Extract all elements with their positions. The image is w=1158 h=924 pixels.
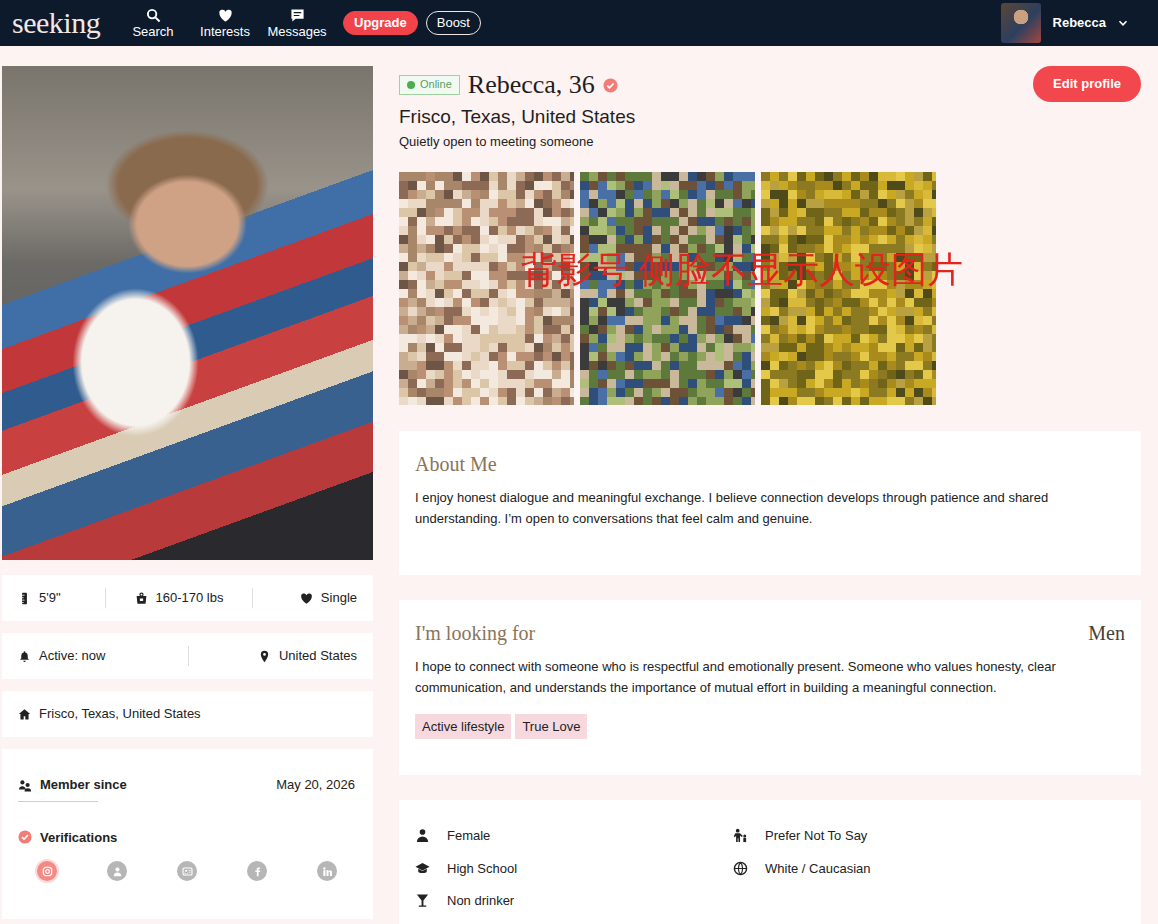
about-text: I enjoy honest dialogue and meaningful e… <box>415 488 1125 529</box>
height-icon <box>18 592 31 605</box>
stat-item: 160-170 lbs <box>106 588 252 608</box>
member-since-date: May 20, 2026 <box>276 775 355 795</box>
nav-item-label: Messages <box>267 25 326 40</box>
online-badge: Online <box>399 75 460 94</box>
bell-icon <box>18 650 31 663</box>
members-icon <box>18 778 32 792</box>
details-list: Female Prefer Not To Say High School White … <box>415 826 1125 911</box>
profile-photo[interactable] <box>399 172 574 405</box>
graduation-cap-icon <box>415 861 430 876</box>
child-icon <box>733 828 748 843</box>
weight-icon <box>135 592 148 605</box>
search-icon <box>146 8 161 25</box>
detail-label: High School <box>447 859 517 879</box>
interest-tag: Active lifestyle <box>415 714 511 739</box>
verifications-title: Verifications <box>40 828 117 848</box>
divider <box>105 588 106 608</box>
verified-check-icon <box>18 830 32 844</box>
stat-item: 5'9" <box>2 588 105 608</box>
nav-item[interactable]: Interests <box>189 6 261 40</box>
status-label: Online <box>420 77 452 92</box>
looking-for-target: Men <box>1088 620 1125 646</box>
activity-label: Active: now <box>39 646 105 666</box>
edit-profile-button[interactable]: Edit profile <box>1033 66 1141 102</box>
main-photo[interactable] <box>2 66 373 560</box>
detail-label: Non drinker <box>447 891 514 911</box>
activity-item: Active: now <box>2 646 188 666</box>
profile-photo[interactable] <box>580 172 755 405</box>
pin-icon <box>258 650 271 663</box>
logo[interactable]: seeking <box>12 8 117 38</box>
stat-label: 5'9" <box>39 588 61 608</box>
profile-verification-icon[interactable] <box>107 861 127 881</box>
nav-item[interactable]: Messages <box>261 6 333 40</box>
messages-icon <box>290 8 305 25</box>
cocktail-glass-icon <box>415 893 430 908</box>
user-menu[interactable]: Rebecca <box>1001 3 1128 43</box>
relationship-icon <box>300 592 313 605</box>
profile-name: Rebecca, 36 <box>468 68 595 102</box>
divider <box>188 646 189 666</box>
stats-card: 5'9" 160-170 lbs Single <box>2 575 373 621</box>
detail-label: White / Caucasian <box>765 859 871 879</box>
profile-photo[interactable] <box>761 172 936 405</box>
boost-button[interactable]: Boost <box>426 11 481 35</box>
person-icon <box>415 828 430 843</box>
underline <box>18 801 98 802</box>
top-navbar: seeking SearchInterestsMessages Upgrade … <box>0 0 1158 46</box>
verified-check-icon <box>603 78 618 93</box>
tag-list: Active lifestyleTrue Love <box>415 714 1125 739</box>
activity-item: United States <box>189 646 373 666</box>
looking-for-card: I'm looking for Men I hope to connect wi… <box>399 600 1141 775</box>
about-card: About Me I enjoy honest dialogue and mea… <box>399 431 1141 575</box>
globe-icon <box>733 861 748 876</box>
left-column: 5'9" 160-170 lbs Single Active: now United … <box>2 66 373 924</box>
photo-verification-icon[interactable] <box>37 861 57 881</box>
looking-for-title: I'm looking for <box>415 620 535 646</box>
interests-icon <box>218 8 233 25</box>
member-since-label: Member since <box>40 775 127 795</box>
nav-item-label: Search <box>132 25 173 40</box>
nav-menu: Search Interests Messages <box>117 6 333 40</box>
detail-item: Non drinker <box>415 891 733 911</box>
detail-item: Prefer Not To Say <box>733 826 1125 846</box>
profile-tagline: Quietly open to meeting someone <box>399 133 635 150</box>
stat-label: 160-170 lbs <box>156 588 224 608</box>
right-column: Online Rebecca, 36 Frisco, Texas, United… <box>399 66 1141 924</box>
home-icon <box>18 708 31 721</box>
photo-gallery: 背影号 侧脸不显示人设图片 <box>399 172 1141 405</box>
nav-item[interactable]: Search <box>117 6 189 40</box>
detail-item: High School <box>415 859 733 879</box>
detail-label: Prefer Not To Say <box>765 826 867 846</box>
interest-tag: True Love <box>515 714 587 739</box>
verification-list <box>18 861 355 881</box>
linkedin-verification-icon[interactable] <box>317 861 337 881</box>
details-card: Female Prefer Not To Say High School White … <box>399 800 1141 924</box>
divider <box>252 588 253 608</box>
nav-item-label: Interests <box>200 25 250 40</box>
avatar-photo <box>1001 3 1041 43</box>
activity-card: Active: now United States <box>2 633 373 679</box>
home-card: Frisco, Texas, United States <box>2 691 373 737</box>
user-name[interactable]: Rebecca <box>1053 13 1106 33</box>
looking-for-text: I hope to connect with someone who is re… <box>415 657 1125 698</box>
id-verification-icon[interactable] <box>177 861 197 881</box>
activity-label: United States <box>279 646 357 666</box>
detail-label: Female <box>447 826 490 846</box>
home-location: Frisco, Texas, United States <box>39 704 201 724</box>
detail-item: White / Caucasian <box>733 859 1125 879</box>
facebook-verification-icon[interactable] <box>247 861 267 881</box>
stat-label: Single <box>321 588 357 608</box>
member-card: Member since May 20, 2026 Verifications <box>2 749 373 919</box>
stat-item: Single <box>253 588 373 608</box>
detail-item: Female <box>415 826 733 846</box>
about-title: About Me <box>415 451 1125 477</box>
status-dot <box>407 81 415 89</box>
chevron-down-icon[interactable] <box>1118 18 1128 28</box>
profile-location: Frisco, Texas, United States <box>399 104 635 129</box>
upgrade-button[interactable]: Upgrade <box>343 11 418 35</box>
